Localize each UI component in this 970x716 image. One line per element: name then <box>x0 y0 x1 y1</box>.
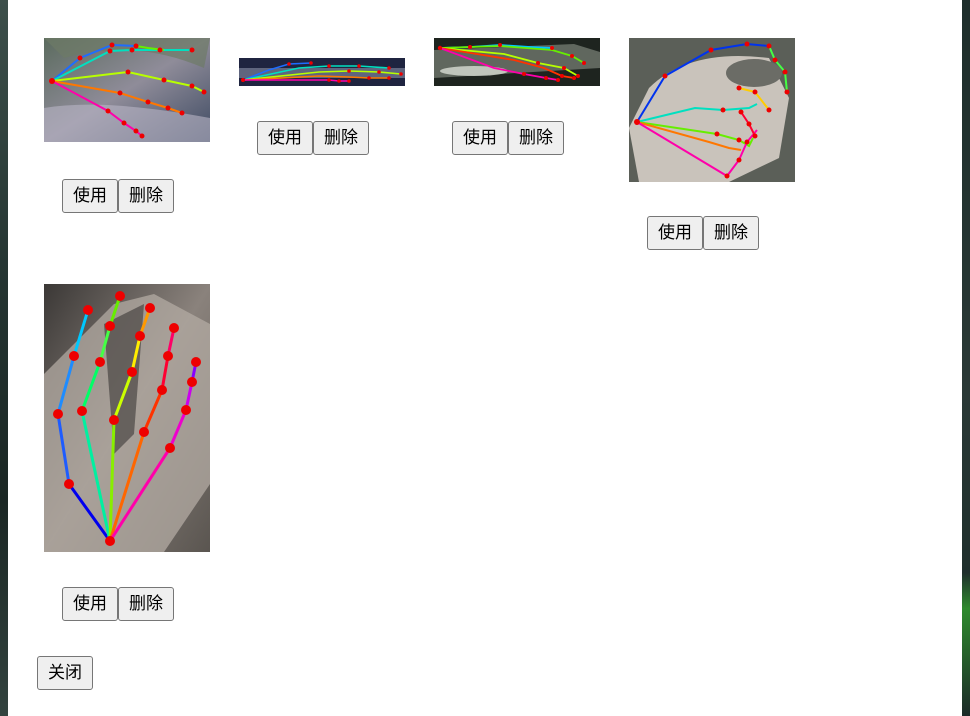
delete-button[interactable]: 删除 <box>313 121 369 155</box>
sample-card: 使用 删除 <box>44 38 210 218</box>
use-button[interactable]: 使用 <box>62 587 118 621</box>
use-button[interactable]: 使用 <box>452 121 508 155</box>
hand-keypoint-thumbnail <box>44 284 210 552</box>
delete-button[interactable]: 删除 <box>118 179 174 213</box>
delete-button[interactable]: 删除 <box>508 121 564 155</box>
delete-button[interactable]: 删除 <box>703 216 759 250</box>
sample-card: 使用 删除 <box>434 38 600 158</box>
use-button[interactable]: 使用 <box>257 121 313 155</box>
hand-keypoint-thumbnail <box>434 38 600 86</box>
hand-keypoint-thumbnail <box>629 38 795 182</box>
hand-keypoint-thumbnail <box>44 38 210 142</box>
use-button[interactable]: 使用 <box>62 179 118 213</box>
sample-card: 使用 删除 <box>44 284 210 624</box>
sample-actions: 使用 删除 <box>62 179 202 213</box>
sample-card: 使用 删除 <box>239 58 405 158</box>
close-button[interactable]: 关闭 <box>37 656 93 690</box>
use-button[interactable]: 使用 <box>647 216 703 250</box>
sample-actions: 使用 删除 <box>452 121 592 155</box>
sample-actions: 使用 删除 <box>62 587 202 621</box>
sample-card: 使用 删除 <box>629 38 795 254</box>
sample-actions: 使用 删除 <box>257 121 397 155</box>
background-window-right <box>962 0 970 716</box>
sample-actions: 使用 删除 <box>647 216 787 250</box>
delete-button[interactable]: 删除 <box>118 587 174 621</box>
hand-keypoint-thumbnail <box>239 58 405 86</box>
gesture-sample-dialog: 使用 删除 使用 删除 使用 删除 使用 删除 使用 删除 关闭 <box>8 0 962 716</box>
background-window-left <box>0 0 8 716</box>
